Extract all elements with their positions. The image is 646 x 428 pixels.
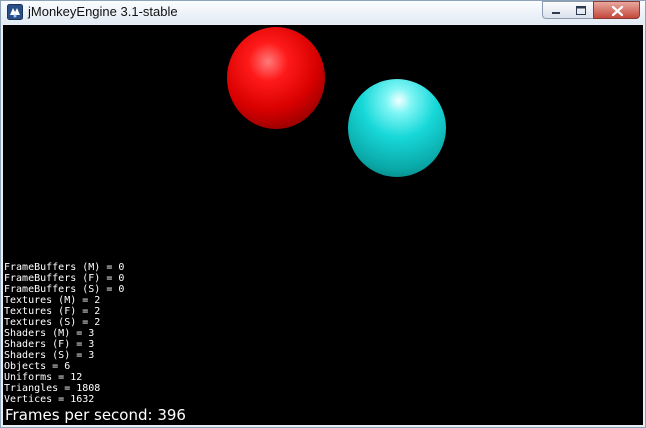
stat-line: Textures (F) = 2 bbox=[4, 306, 101, 317]
stat-line: Shaders (S) = 3 bbox=[4, 350, 95, 361]
red-sphere bbox=[227, 27, 325, 129]
stat-line: Shaders (M) = 3 bbox=[4, 328, 95, 339]
stat-line: FrameBuffers (S) = 0 bbox=[4, 284, 125, 295]
app-window: jMonkeyEngine 3.1-stable FrameBuffers (M… bbox=[0, 0, 646, 428]
stat-line: Uniforms = 12 bbox=[4, 372, 83, 383]
cyan-sphere bbox=[348, 79, 446, 177]
stat-line: Textures (M) = 2 bbox=[4, 295, 101, 306]
stat-line: FrameBuffers (M) = 0 bbox=[4, 262, 125, 273]
window-title: jMonkeyEngine 3.1-stable bbox=[28, 4, 178, 19]
stat-line: FrameBuffers (F) = 0 bbox=[4, 273, 125, 284]
jmonkeyengine-app-icon[interactable] bbox=[7, 4, 23, 20]
stat-line: Vertices = 1632 bbox=[4, 394, 95, 405]
stat-line: Shaders (F) = 3 bbox=[4, 339, 95, 350]
stat-line: Triangles = 1808 bbox=[4, 383, 101, 394]
close-icon bbox=[611, 5, 624, 17]
close-button[interactable] bbox=[593, 1, 640, 19]
stat-line: Textures (S) = 2 bbox=[4, 317, 101, 328]
title-bar[interactable]: jMonkeyEngine 3.1-stable bbox=[1, 1, 645, 24]
render-viewport[interactable]: FrameBuffers (M) = 0 FrameBuffers (F) = … bbox=[3, 25, 643, 425]
fps-counter: Frames per second: 396 bbox=[5, 406, 186, 424]
minimize-button[interactable] bbox=[542, 1, 569, 19]
maximize-button[interactable] bbox=[568, 1, 594, 19]
stats-panel: FrameBuffers (M) = 0 FrameBuffers (F) = … bbox=[4, 262, 124, 405]
stat-line: Objects = 6 bbox=[4, 361, 71, 372]
maximize-icon bbox=[576, 6, 586, 15]
window-controls bbox=[542, 1, 644, 19]
minimize-icon bbox=[552, 12, 560, 14]
